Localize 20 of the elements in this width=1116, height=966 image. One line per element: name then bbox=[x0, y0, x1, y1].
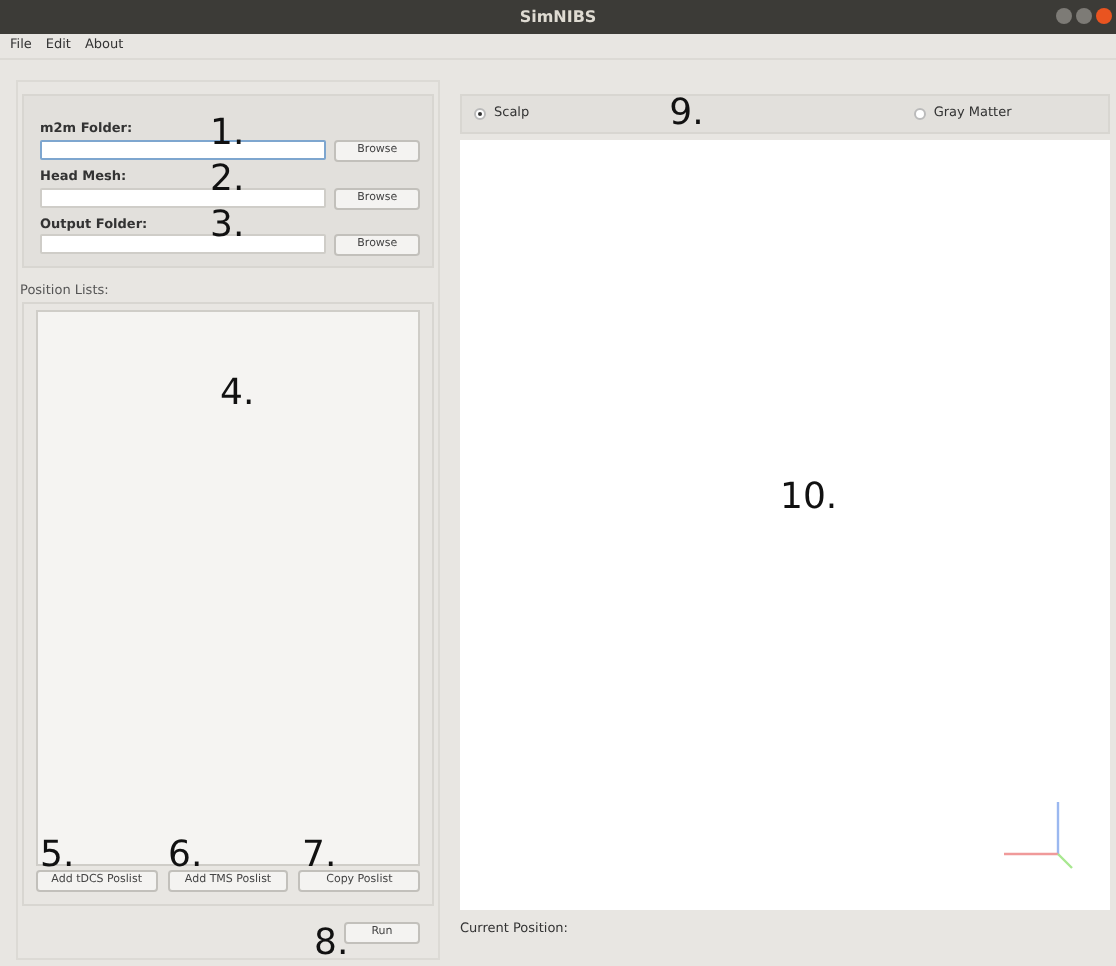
input-field[interactable] bbox=[40, 234, 327, 255]
maximize-button[interactable] bbox=[1076, 8, 1092, 24]
annotation-number: 7. bbox=[302, 842, 337, 871]
annotation-number: 2. bbox=[210, 166, 245, 195]
radio-button[interactable] bbox=[913, 108, 926, 120]
annotation-number: 1. bbox=[210, 120, 245, 149]
close-button[interactable] bbox=[1096, 8, 1112, 24]
annotation-number: 5. bbox=[40, 842, 75, 871]
minimize-button[interactable] bbox=[1056, 8, 1072, 24]
annotation-number: 3. bbox=[210, 212, 245, 241]
window-title: SimNIBS bbox=[519, 5, 597, 29]
axes-icon bbox=[1004, 800, 1074, 870]
3d-viewer[interactable]: 10. bbox=[460, 140, 1110, 910]
annotation-number: 6. bbox=[168, 842, 203, 871]
annotation-number: 10. bbox=[780, 484, 838, 513]
annotation-number: 9. bbox=[669, 96, 704, 132]
input-field[interactable] bbox=[40, 187, 327, 207]
radio-button[interactable] bbox=[474, 108, 486, 120]
annotation-number: 4. bbox=[220, 380, 255, 409]
annotation-number: 8. bbox=[314, 930, 349, 959]
